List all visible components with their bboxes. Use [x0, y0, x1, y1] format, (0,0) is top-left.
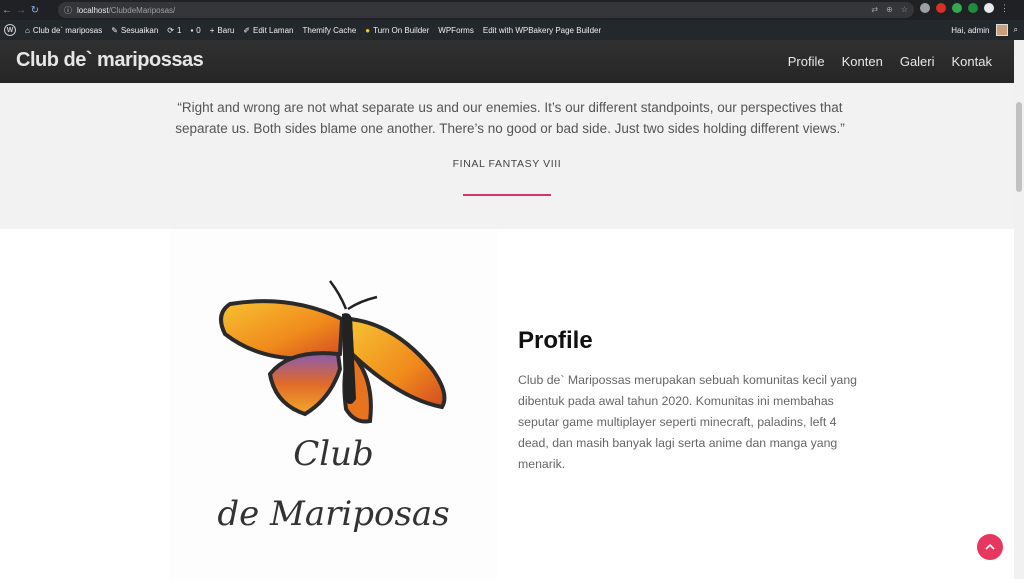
comments-count: 0 [196, 25, 201, 35]
builder-label: Turn On Builder [373, 25, 430, 35]
butterfly-icon [219, 280, 447, 424]
profile-description: Club de` Maripossas merupakan sebuah kom… [518, 373, 858, 471]
home-icon: ⌂ [25, 25, 30, 35]
zoom-icon[interactable]: ⊕ [886, 5, 893, 14]
admin-bar-site-name[interactable]: ⌂ Club de` mariposas [25, 26, 102, 35]
url-host: localhost [77, 5, 109, 15]
wpforms-label: WPForms [438, 25, 474, 35]
admin-bar-site-label: Club de` mariposas [32, 25, 103, 35]
menu-item-kontak[interactable]: Kontak [952, 54, 992, 69]
bookmark-star-icon[interactable]: ☆ [901, 5, 908, 14]
wp-admin-bar: W ⌂ Club de` mariposas ✎ Sesuaikan ⟳ 1 ▪ 0 +… [0, 20, 1024, 40]
extension-icon[interactable] [936, 3, 946, 13]
scrollbar-thumb[interactable] [1016, 102, 1022, 192]
wordpress-icon: W [4, 24, 16, 36]
extension-icon[interactable] [968, 3, 978, 13]
admin-bar-wpforms[interactable]: WPForms [438, 26, 474, 35]
admin-bar-new[interactable]: + Baru [210, 26, 235, 35]
new-label: Baru [217, 25, 235, 35]
address-bar[interactable]: ⓘ localhost/ClubdeMariposas/ ⇄ ⊕ ☆ [58, 2, 914, 18]
menu-dots-icon[interactable]: ⋮ [1000, 3, 1010, 13]
admin-bar-wpbakery[interactable]: Edit with WPBakery Page Builder [483, 26, 601, 35]
admin-avatar[interactable] [995, 24, 1008, 36]
admin-bar-comments[interactable]: ▪ 0 [190, 26, 200, 35]
translate-icon[interactable]: ⇄ [871, 5, 878, 14]
quote-source: FINAL FANTASY VIII [452, 158, 562, 170]
url-path: /ClubdeMariposas/ [108, 5, 176, 15]
menu-item-konten[interactable]: Konten [842, 54, 883, 69]
admin-bar-updates[interactable]: ⟳ 1 [167, 26, 181, 35]
extension-icon[interactable] [920, 3, 930, 13]
plus-icon: + [209, 25, 215, 35]
customize-label: Sesuaikan [120, 25, 159, 35]
forward-icon[interactable]: → [14, 5, 28, 16]
updates-icon: ⟳ [167, 25, 174, 35]
builder-icon: ● [365, 25, 371, 35]
quote-section: “Right and wrong are not what separate u… [0, 83, 1014, 229]
brush-icon: ✎ [111, 25, 118, 35]
admin-greeting[interactable]: Hai, admin [951, 26, 989, 35]
profile-heading: Profile [518, 327, 593, 354]
admin-bar-customize[interactable]: ✎ Sesuaikan [111, 26, 158, 35]
admin-bar-builder[interactable]: ● Turn On Builder [365, 26, 429, 35]
back-icon[interactable]: ← [0, 5, 14, 16]
accent-divider [463, 194, 551, 196]
chevron-up-icon [985, 543, 995, 550]
pencil-icon: ✐ [243, 25, 251, 35]
edit-page-label: Edit Laman [253, 25, 294, 35]
extensions: ⋮ [920, 3, 1010, 13]
menu-item-profile[interactable]: Profile [788, 54, 825, 69]
search-icon[interactable]: ⌕ [1014, 25, 1018, 35]
quote-text: “Right and wrong are not what separate u… [175, 100, 845, 136]
browser-toolbar: ← → ↻ ⓘ localhost/ClubdeMariposas/ ⇄ ⊕ ☆… [0, 0, 1024, 20]
updates-count: 1 [176, 25, 182, 35]
menu-item-galeri[interactable]: Galeri [900, 54, 935, 69]
wpbakery-label: Edit with WPBakery Page Builder [482, 25, 602, 35]
club-logo-image: Club de Mariposas [170, 229, 497, 579]
back-to-top-button[interactable] [977, 534, 1003, 560]
comment-icon: ▪ [190, 25, 194, 35]
reload-icon[interactable]: ↻ [28, 5, 42, 16]
logo-text-club: Club [293, 434, 374, 474]
site-header: Club de` maripossas Profile Konten Galer… [0, 40, 1014, 83]
admin-bar-themify-cache[interactable]: Themify Cache [302, 26, 356, 35]
admin-bar-edit-page[interactable]: ✐ Edit Laman [243, 26, 293, 35]
themify-cache-label: Themify Cache [302, 25, 357, 35]
site-title[interactable]: Club de` maripossas [16, 49, 204, 72]
logo-text-mariposas: de Mariposas [217, 494, 450, 534]
wp-logo-menu[interactable]: W [4, 24, 16, 36]
page-scrollbar[interactable] [1014, 40, 1024, 579]
info-icon[interactable]: ⓘ [64, 5, 72, 16]
profile-avatar-icon[interactable] [984, 3, 994, 13]
extension-icon[interactable] [952, 3, 962, 13]
main-menu: Profile Konten Galeri Kontak [788, 54, 992, 69]
